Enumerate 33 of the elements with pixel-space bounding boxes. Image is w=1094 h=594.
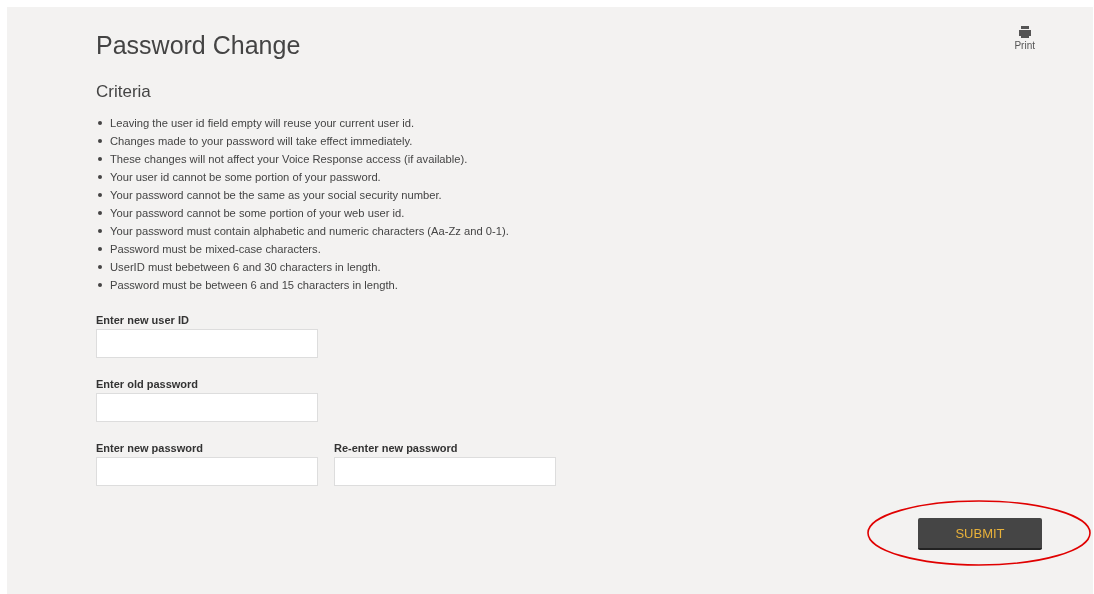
- input-field[interactable]: [96, 457, 318, 486]
- bullet-icon: [98, 157, 102, 161]
- criteria-item: Changes made to your password will take effect immediately.: [110, 135, 413, 147]
- criteria-item: Leaving the user id field empty will reuse your current user id.: [110, 117, 415, 129]
- field-label: Enter new user ID: [96, 314, 190, 326]
- input-field[interactable]: [96, 393, 318, 422]
- bullet-icon: [98, 229, 102, 233]
- field-label: Re-enter new password: [334, 442, 459, 454]
- input-field[interactable]: [334, 457, 556, 486]
- criteria-heading: Criteria: [96, 82, 152, 102]
- input-field[interactable]: [96, 329, 318, 358]
- bullet-icon: [98, 283, 102, 287]
- field-label: Enter old password: [96, 378, 200, 390]
- bullet-icon: [98, 247, 102, 251]
- bullet-icon: [98, 265, 102, 269]
- page-title: Password Change: [96, 31, 301, 60]
- bullet-icon: [98, 193, 102, 197]
- submit-button[interactable]: SUBMIT: [918, 518, 1042, 550]
- bullet-icon: [98, 211, 102, 215]
- printer-icon: [1017, 25, 1032, 39]
- criteria-item: Your password cannot be some portion of your web user id.: [110, 207, 405, 219]
- criteria-item: UserID must bebetween 6 and 30 characters in length.: [110, 261, 381, 273]
- criteria-item: These changes will not affect your Voice Response access (if available).: [110, 153, 468, 165]
- bullet-icon: [98, 121, 102, 125]
- field-label: Enter new password: [96, 442, 204, 454]
- criteria-item: Password must be mixed-case characters.: [110, 243, 321, 255]
- criteria-item: Your password must contain alphabetic and numeric characters (Aa-Zz and 0-1).: [110, 225, 509, 237]
- criteria-item: Your user id cannot be some portion of your password.: [110, 171, 381, 183]
- criteria-item: Your password cannot be the same as your social security number.: [110, 189, 442, 201]
- print-button[interactable]: Print: [1014, 25, 1035, 51]
- bullet-icon: [98, 175, 102, 179]
- bullet-icon: [98, 139, 102, 143]
- criteria-item: Password must be between 6 and 15 characters in length.: [110, 279, 398, 291]
